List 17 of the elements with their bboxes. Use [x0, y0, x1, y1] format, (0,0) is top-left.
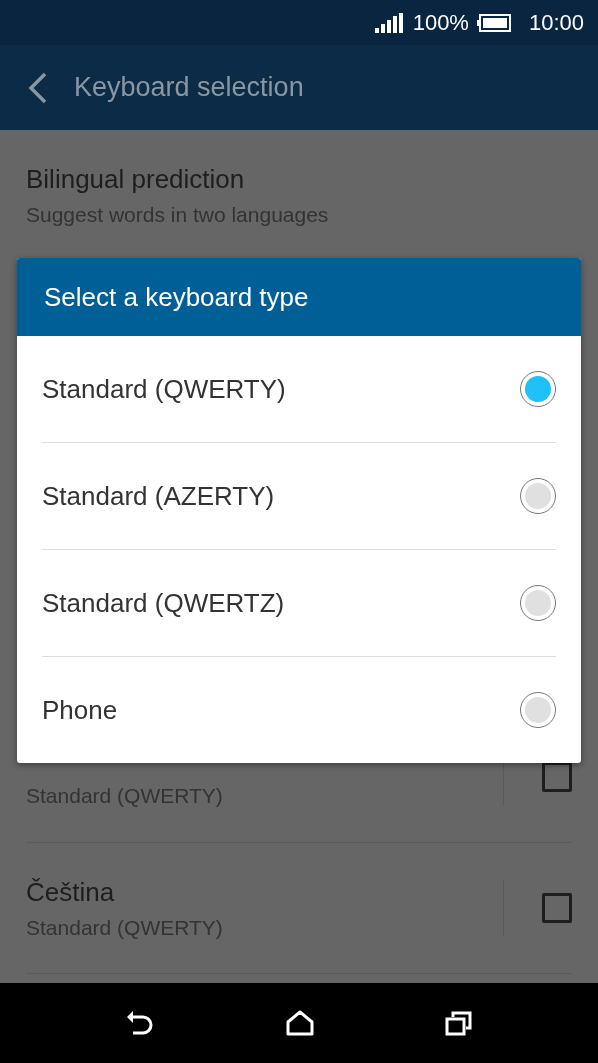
keyboard-option[interactable]: Standard (QWERTY) — [42, 336, 556, 443]
battery-icon — [476, 13, 511, 32]
home-icon[interactable] — [286, 1010, 314, 1036]
setting-title: Bilingual prediction — [26, 163, 246, 195]
dialog-title: Select a keyboard type — [17, 258, 581, 336]
screen-title: Keyboard selection — [74, 72, 304, 103]
setting-title: Čeština — [26, 876, 116, 908]
clock: 10:00 — [528, 9, 584, 36]
option-label: Standard (AZERTY) — [42, 480, 276, 512]
option-label: Standard (QWERTZ) — [42, 587, 286, 619]
option-label: Standard (QWERTY) — [42, 373, 287, 405]
keyboard-option[interactable]: Standard (AZERTY) — [42, 443, 556, 550]
signal-icon — [374, 12, 403, 33]
keyboard-option[interactable]: Standard (QWERTZ) — [42, 550, 556, 657]
recent-apps-icon[interactable] — [444, 1010, 473, 1036]
battery-percent: 100% — [412, 9, 469, 36]
checkbox[interactable] — [542, 893, 572, 923]
